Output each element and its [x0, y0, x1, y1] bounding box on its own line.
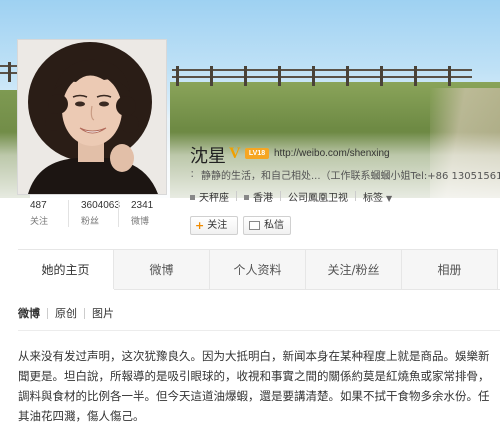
tag-location[interactable]: 香港 [244, 189, 273, 204]
divider [236, 191, 237, 201]
zodiac-icon [190, 195, 195, 200]
stat-posts-label: 微博 [131, 217, 150, 227]
profile-tags: 天秤座 香港 公司鳳凰卫视 标签 ▼ [190, 188, 392, 204]
profile-url-link[interactable]: http://weibo.com/shenxing [274, 148, 390, 159]
stat-following-label: 关注 [30, 217, 49, 227]
chevron-down-icon: ▼ [386, 193, 393, 203]
profile-bio: 静静的生活，和自己相处...（工作联系蟈蟈小姐Tel:+86 13051561 [201, 171, 500, 182]
tab-profile-info[interactable]: 个人资料 [210, 249, 306, 289]
plus-icon: + [195, 219, 205, 232]
filter-weibo[interactable]: 微博 [18, 308, 47, 319]
message-button-label: 私信 [264, 220, 284, 231]
stat-followers[interactable]: 3604063 粉丝 [68, 200, 120, 227]
filter-original[interactable]: 原创 [47, 308, 84, 319]
filter-images[interactable]: 图片 [84, 308, 121, 319]
follow-button[interactable]: + 关注 [190, 216, 238, 235]
tab-weibo[interactable]: 微博 [114, 249, 210, 289]
stat-following[interactable]: 487 关注 [18, 200, 68, 227]
feed-divider [18, 330, 500, 331]
tag-labels-text: 标签 [363, 192, 383, 204]
tab-follow-fans[interactable]: 关注/粉丝 [306, 249, 402, 289]
tabs-divider [114, 289, 500, 290]
post-text: 从来没有发过声明，这次犹豫良久。因为大抵明白，新闻本身在某种程度上就是商品。娛樂… [18, 349, 490, 423]
divider [280, 191, 281, 201]
tab-album[interactable]: 相册 [402, 249, 498, 289]
stat-posts-count: 2341 [131, 200, 154, 211]
stat-followers-count: 3604063 [81, 200, 120, 211]
feed-filter: 微博 原创 图片 [18, 308, 121, 319]
divider [355, 191, 356, 201]
message-button[interactable]: 私信 [243, 216, 291, 235]
envelope-icon [249, 221, 260, 230]
stat-following-count: 487 [30, 200, 47, 211]
tag-zodiac-label: 天秤座 [199, 192, 229, 204]
tag-location-label: 香港 [253, 192, 273, 204]
verified-icon[interactable]: V [229, 146, 245, 162]
location-icon [244, 195, 249, 200]
tag-labels[interactable]: 标签 ▼ [363, 189, 392, 204]
bio-prefix: ： [190, 170, 200, 180]
tab-home[interactable]: 她的主页 [18, 249, 114, 289]
follow-button-label: 关注 [207, 220, 228, 231]
profile-name: 沈星 [190, 146, 226, 167]
banner-fence [172, 66, 472, 86]
profile-tabs: 她的主页 微博 个人资料 关注/粉丝 相册 [18, 249, 500, 289]
stat-followers-label: 粉丝 [81, 217, 100, 227]
avatar[interactable] [17, 39, 167, 195]
profile-stats: 487 关注 3604063 粉丝 2341 微博 [18, 200, 168, 227]
tag-zodiac[interactable]: 天秤座 [190, 189, 229, 204]
level-badge[interactable]: LV18 [245, 148, 269, 159]
stat-posts[interactable]: 2341 微博 [118, 200, 168, 227]
tag-company[interactable]: 公司鳳凰卫视 [288, 189, 348, 204]
